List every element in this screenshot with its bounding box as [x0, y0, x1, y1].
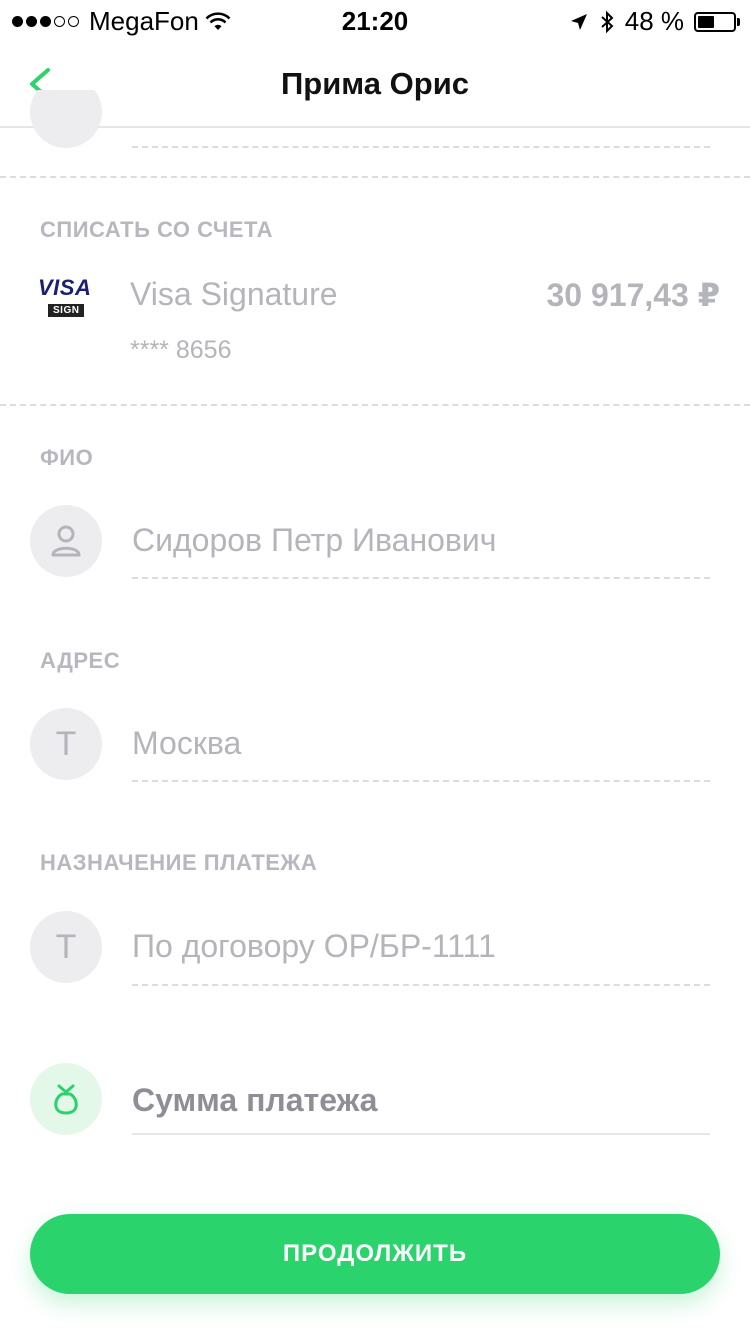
amount-avatar [30, 1063, 102, 1135]
continue-button[interactable]: ПРОДОЛЖИТЬ [30, 1214, 720, 1294]
visa-logo: VISA SIGN [38, 276, 96, 318]
bluetooth-icon [601, 10, 614, 33]
amount-underline [132, 1133, 710, 1135]
purpose-label: НАЗНАЧЕНИЕ ПЛАТЕЖА [40, 850, 318, 875]
field-underline [132, 780, 710, 782]
battery-percent: 48 % [624, 6, 684, 36]
field-underline [132, 146, 710, 148]
purpose-field[interactable]: По договору ОР/БР-1111 [132, 928, 710, 965]
field-underline [132, 577, 710, 579]
scrolled-row-avatar [30, 90, 102, 148]
card-name: Visa Signature [130, 276, 338, 312]
text-t-icon: T [55, 724, 77, 763]
section-divider [0, 176, 750, 178]
status-right: 48 % [569, 6, 740, 37]
navigation-bar: Прима Орис [0, 40, 750, 128]
visa-sign-badge: SIGN [48, 304, 85, 317]
location-arrow-icon [570, 13, 587, 30]
fio-field[interactable]: Сидоров Петр Иванович [132, 522, 710, 559]
address-avatar: T [30, 708, 102, 780]
visa-brand-text: VISA [38, 275, 92, 300]
person-icon [51, 525, 81, 557]
account-section-label: СПИСАТЬ СО СЧЕТА [40, 217, 273, 242]
account-selector[interactable]: VISA SIGN Visa Signature 30 917,43 ₽ ***… [0, 260, 750, 380]
status-bar: MegaFon 21:20 48 % [0, 0, 750, 40]
address-field[interactable]: Москва [132, 725, 710, 762]
money-bag-icon [54, 1084, 78, 1115]
field-underline [132, 984, 710, 986]
purpose-avatar: T [30, 911, 102, 983]
amount-input[interactable] [132, 1078, 710, 1122]
address-label: АДРЕС [40, 648, 121, 673]
account-balance: 30 917,43 ₽ [546, 277, 720, 313]
fio-label: ФИО [40, 445, 94, 470]
battery-icon [694, 11, 740, 32]
fio-avatar [30, 505, 102, 577]
text-t-icon: T [55, 927, 77, 966]
section-divider [0, 404, 750, 406]
page-title: Прима Орис [281, 66, 469, 101]
card-masked-number: **** 8656 [130, 336, 232, 364]
